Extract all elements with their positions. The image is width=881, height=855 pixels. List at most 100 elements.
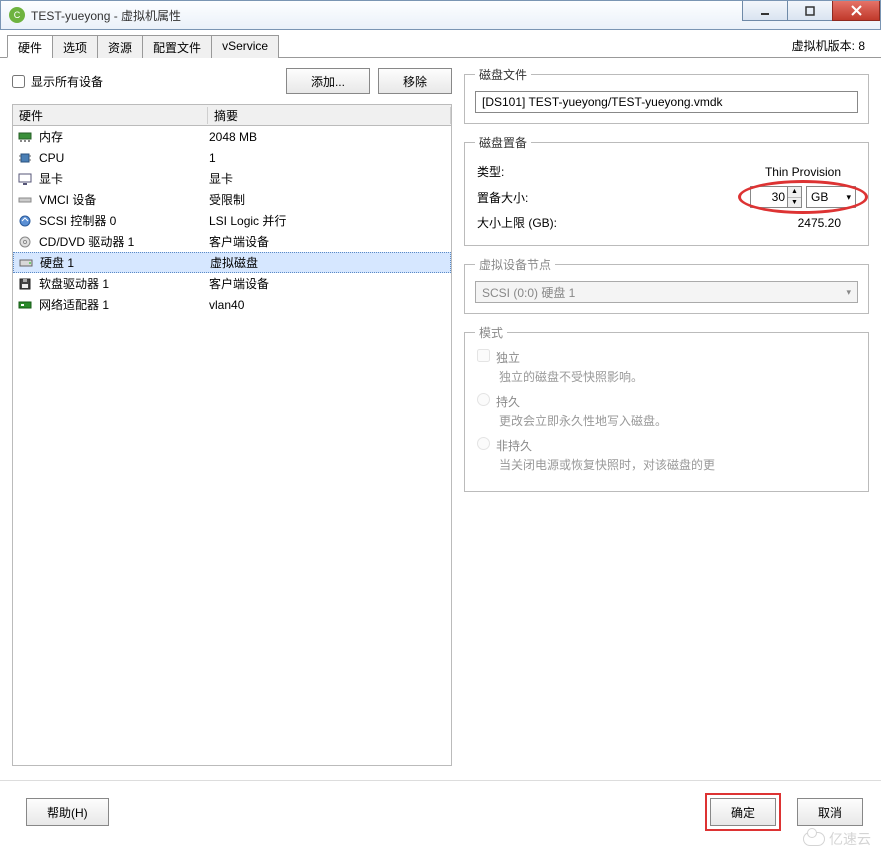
node-value: SCSI (0:0) 硬盘 1 [482, 284, 575, 301]
size-spinner[interactable]: ▲▼ [750, 186, 802, 208]
vm-version-label: 虚拟机版本: 8 [792, 37, 865, 54]
nonpersistent-radio [477, 437, 490, 450]
persistent-label: 持久 [496, 393, 520, 410]
persistent-row: 持久 [477, 393, 858, 410]
hw-row[interactable]: CD/DVD 驱动器 1客户端设备 [13, 231, 451, 252]
ok-button[interactable]: 确定 [710, 798, 776, 826]
tabs: 硬件 选项 资源 配置文件 vService 虚拟机版本: 8 [0, 34, 881, 58]
hw-summary: LSI Logic 并行 [209, 212, 447, 229]
vmci-icon [17, 193, 33, 207]
hw-name: SCSI 控制器 0 [39, 212, 209, 229]
max-value: 2475.20 [629, 212, 856, 233]
cd-icon [17, 235, 33, 249]
hw-row[interactable]: 网络适配器 1vlan40 [13, 294, 451, 315]
watermark: 亿速云 [803, 829, 871, 849]
hw-summary: 客户端设备 [209, 275, 447, 292]
size-input[interactable] [751, 187, 787, 207]
remove-button[interactable]: 移除 [378, 68, 452, 94]
disk-file-group: 磁盘文件 [DS101] TEST-yueyong/TEST-yueyong.v… [464, 66, 869, 124]
watermark-text: 亿速云 [829, 829, 871, 849]
hw-name: CD/DVD 驱动器 1 [39, 233, 209, 250]
hw-name: 网络适配器 1 [39, 296, 209, 313]
tab-vservice[interactable]: vService [211, 35, 279, 58]
hw-row[interactable]: 软盘驱动器 1客户端设备 [13, 273, 451, 294]
footer: 帮助(H) 确定 取消 [0, 780, 881, 855]
persistent-desc: 更改会立即永久性地写入磁盘。 [499, 412, 858, 429]
hw-name: 内存 [39, 128, 209, 145]
cloud-icon [803, 832, 825, 846]
hw-row[interactable]: CPU1 [13, 147, 451, 168]
node-select: SCSI (0:0) 硬盘 1 [475, 281, 858, 303]
provision-legend: 磁盘置备 [475, 134, 531, 151]
hw-summary: 虚拟磁盘 [210, 254, 446, 271]
left-pane: 显示所有设备 添加... 移除 硬件 摘要 内存2048 MBCPU1显卡显卡V… [12, 66, 452, 766]
show-all-checkbox[interactable] [12, 75, 25, 88]
nonpersistent-desc: 当关闭电源或恢复快照时，对该磁盘的更 [499, 456, 858, 473]
main-area: 显示所有设备 添加... 移除 硬件 摘要 内存2048 MBCPU1显卡显卡V… [0, 58, 881, 774]
help-button[interactable]: 帮助(H) [26, 798, 109, 826]
hw-row[interactable]: SCSI 控制器 0LSI Logic 并行 [13, 210, 451, 231]
size-label: 置备大小: [477, 184, 627, 210]
show-all-row[interactable]: 显示所有设备 [12, 73, 278, 90]
disk-file-legend: 磁盘文件 [475, 66, 531, 83]
hw-header: 硬件 摘要 [12, 104, 452, 126]
mode-legend: 模式 [475, 324, 507, 341]
tab-hardware[interactable]: 硬件 [7, 35, 53, 58]
hw-row[interactable]: 硬盘 1虚拟磁盘 [13, 252, 451, 273]
hw-summary: 1 [209, 151, 447, 165]
provision-group: 磁盘置备 类型: Thin Provision 置备大小: ▲▼ GB [464, 134, 869, 246]
independent-label: 独立 [496, 349, 520, 366]
persistent-radio [477, 393, 490, 406]
type-label: 类型: [477, 161, 627, 182]
hw-row[interactable]: VMCI 设备受限制 [13, 189, 451, 210]
independent-desc: 独立的磁盘不受快照影响。 [499, 368, 858, 385]
hw-name: VMCI 设备 [39, 191, 209, 208]
floppy-icon [17, 277, 33, 291]
right-pane: 磁盘文件 [DS101] TEST-yueyong/TEST-yueyong.v… [464, 66, 869, 766]
spin-down-icon[interactable]: ▼ [788, 198, 801, 208]
hw-list[interactable]: 内存2048 MBCPU1显卡显卡VMCI 设备受限制SCSI 控制器 0LSI… [12, 126, 452, 766]
nonpersistent-row: 非持久 [477, 437, 858, 454]
independent-checkbox [477, 349, 490, 362]
disk-icon [18, 256, 34, 270]
hw-summary: 显卡 [209, 170, 447, 187]
app-icon: C [9, 7, 25, 23]
tab-profiles[interactable]: 配置文件 [142, 35, 212, 58]
cancel-button[interactable]: 取消 [797, 798, 863, 826]
nic-icon [17, 298, 33, 312]
max-label: 大小上限 (GB): [477, 212, 627, 233]
hw-name: 显卡 [39, 170, 209, 187]
tab-resources[interactable]: 资源 [97, 35, 143, 58]
disk-file-value[interactable]: [DS101] TEST-yueyong/TEST-yueyong.vmdk [475, 91, 858, 113]
hw-summary: vlan40 [209, 298, 447, 312]
node-legend: 虚拟设备节点 [475, 256, 555, 273]
type-value: Thin Provision [629, 161, 856, 182]
mem-icon [17, 130, 33, 144]
col-summary[interactable]: 摘要 [208, 107, 451, 124]
spinner-arrows[interactable]: ▲▼ [787, 187, 801, 207]
col-hardware[interactable]: 硬件 [13, 107, 208, 124]
hw-name: 软盘驱动器 1 [39, 275, 209, 292]
close-button[interactable] [832, 1, 880, 21]
hw-summary: 2048 MB [209, 130, 447, 144]
maximize-button[interactable] [787, 1, 833, 21]
hw-row[interactable]: 内存2048 MB [13, 126, 451, 147]
spin-up-icon[interactable]: ▲ [788, 187, 801, 198]
hw-summary: 客户端设备 [209, 233, 447, 250]
unit-select[interactable]: GB [806, 186, 856, 208]
hw-summary: 受限制 [209, 191, 447, 208]
unit-value: GB [811, 190, 828, 204]
window-buttons [743, 1, 880, 21]
window-title: TEST-yueyong - 虚拟机属性 [31, 7, 181, 24]
hw-row[interactable]: 显卡显卡 [13, 168, 451, 189]
minimize-button[interactable] [742, 1, 788, 21]
mode-group: 模式 独立 独立的磁盘不受快照影响。 持久 更改会立即永久性地写入磁盘。 非持久… [464, 324, 869, 492]
show-all-label: 显示所有设备 [31, 73, 103, 90]
titlebar: C TEST-yueyong - 虚拟机属性 [0, 0, 881, 30]
hw-name: 硬盘 1 [40, 254, 210, 271]
cpu-icon [17, 151, 33, 165]
tab-options[interactable]: 选项 [52, 35, 98, 58]
left-top-controls: 显示所有设备 添加... 移除 [12, 66, 452, 96]
add-button[interactable]: 添加... [286, 68, 370, 94]
ok-highlight: 确定 [705, 793, 781, 831]
